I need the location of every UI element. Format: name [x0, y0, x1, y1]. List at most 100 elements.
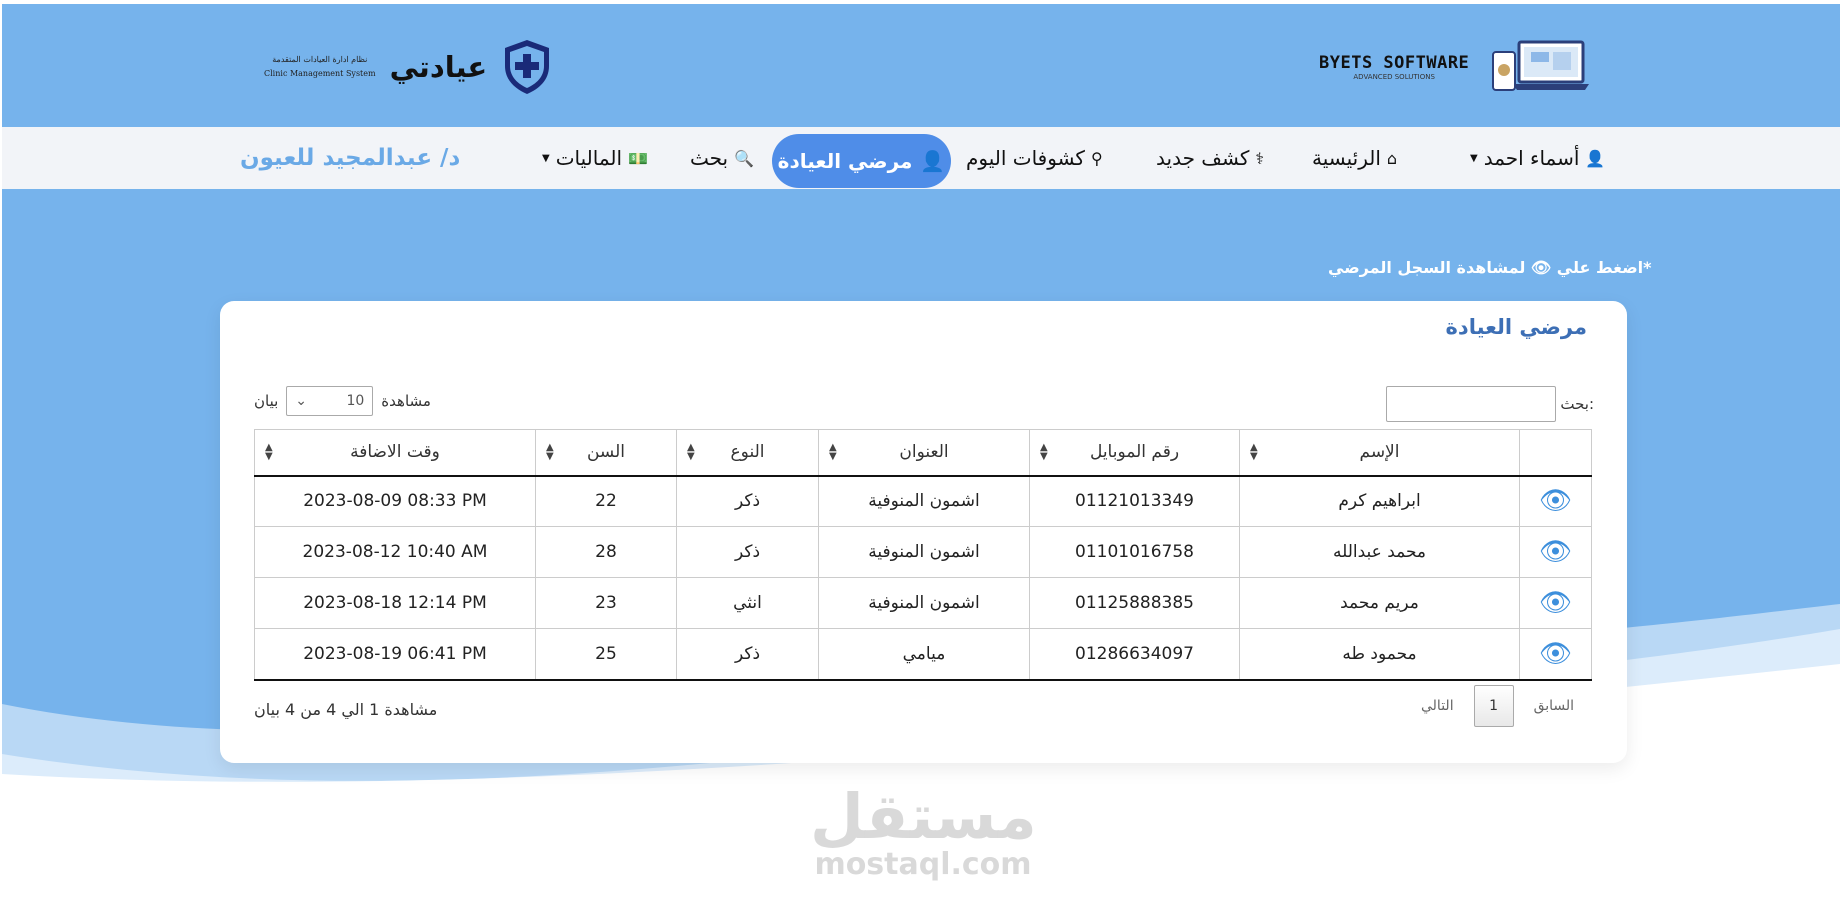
- user-icon: 👤: [1585, 148, 1606, 168]
- patients-table: الإسم ▲ ▼ رقم الموبايل ▲ ▼ العنوان ▲ ▼ النو…: [254, 429, 1592, 681]
- cell-added: 2023-08-09 08:33 PM: [254, 475, 536, 527]
- user-menu[interactable]: ▼ أسماء احمد 👤: [1470, 127, 1605, 189]
- nav-today-exams-label: كشوفات اليوم: [966, 146, 1085, 170]
- caret-down-icon: ▼: [1470, 152, 1478, 164]
- cell-name: ابراهيم كرم: [1239, 475, 1520, 527]
- column-header-gender[interactable]: النوع ▲ ▼: [676, 429, 819, 477]
- column-header-mobile[interactable]: رقم الموبايل ▲ ▼: [1029, 429, 1240, 477]
- company-brand[interactable]: BYETS SOFTWARE ADVANCED SOLUTIONS: [1319, 40, 1590, 94]
- page-length-value: 10: [346, 393, 365, 409]
- show-suffix: بيان: [254, 392, 279, 410]
- cell-address: ميامي: [818, 628, 1030, 681]
- table-info: مشاهدة 1 الي 4 من 4 بيان: [254, 700, 438, 719]
- sort-icon: ▲ ▼: [546, 442, 554, 462]
- view-record-button[interactable]: 👁: [1519, 628, 1592, 681]
- cell-gender: انثي: [676, 577, 819, 629]
- sort-icon: ▲ ▼: [265, 442, 273, 462]
- cell-name: محمود طه: [1239, 628, 1520, 681]
- user-menu-label: أسماء احمد: [1483, 146, 1580, 170]
- search-label: بحث:: [1560, 395, 1594, 413]
- nav-new-exam[interactable]: كشف جديد ⚕: [1156, 127, 1264, 189]
- page-length: مشاهدة ⌄ 10 بيان: [254, 386, 431, 416]
- sort-icon: ▲ ▼: [1040, 442, 1048, 462]
- company-tagline: ADVANCED SOLUTIONS: [1353, 73, 1435, 81]
- next-page-button[interactable]: التالي: [1421, 698, 1454, 714]
- cell-gender: ذكر: [676, 526, 819, 578]
- cell-age: 25: [535, 628, 677, 681]
- patients-card: مرضي العيادة بحث: مشاهدة ⌄ 10 بيان الإسم…: [220, 301, 1627, 763]
- search-input[interactable]: [1386, 386, 1556, 422]
- watermark-ar: مستقل: [810, 780, 1037, 853]
- company-name: BYETS SOFTWARE: [1319, 53, 1470, 73]
- app-subtitle-ar: نظام ادارة العيادات المتقدمة: [272, 55, 368, 64]
- app-subtitle-en: Clinic Management System: [264, 69, 376, 78]
- column-header-address[interactable]: العنوان ▲ ▼: [818, 429, 1030, 477]
- cell-mobile: 01125888385: [1029, 577, 1240, 629]
- home-icon: ⌂: [1386, 148, 1398, 168]
- column-header-age[interactable]: السن ▲ ▼: [535, 429, 677, 477]
- navbar: ▼ أسماء احمد 👤 الرئيسية ⌂ كشف جديد ⚕ كشو…: [2, 127, 1840, 189]
- header: نظام ادارة العيادات المتقدمة Clinic Mana…: [2, 4, 1840, 127]
- sort-icon: ▲ ▼: [829, 442, 837, 462]
- cell-added: 2023-08-18 12:14 PM: [254, 577, 536, 629]
- devices-illustration-icon: [1492, 40, 1590, 91]
- eye-icon: 👁: [1538, 588, 1572, 618]
- cell-mobile: 01101016758: [1029, 526, 1240, 578]
- nav-search-label: بحث: [690, 146, 729, 170]
- doctor-icon: ⚕: [1255, 148, 1265, 168]
- table-row: 👁 محمد عبدالله 01101016758 اشمون المنوفي…: [254, 526, 1592, 578]
- nav-home[interactable]: الرئيسية ⌂: [1312, 127, 1397, 189]
- cell-address: اشمون المنوفية: [818, 577, 1030, 629]
- company-logo-text: BYETS SOFTWARE ADVANCED SOLUTIONS: [1319, 53, 1469, 81]
- page-button-1[interactable]: 1: [1473, 685, 1514, 727]
- eye-icon: 👁: [1538, 638, 1572, 669]
- column-header-name[interactable]: الإسم ▲ ▼: [1239, 429, 1520, 477]
- app-subtitle: نظام ادارة العيادات المتقدمة Clinic Mana…: [264, 53, 376, 81]
- nav-patients-label: مرضي العيادة: [777, 149, 913, 173]
- column-header-label: العنوان: [899, 442, 949, 463]
- chevron-down-icon: ⌄: [295, 393, 308, 409]
- column-header-label: وقت الاضافة: [350, 442, 440, 463]
- doctor-name[interactable]: د/ عبدالمجيد للعيون: [240, 127, 460, 189]
- cell-added: 2023-08-19 06:41 PM: [254, 628, 536, 681]
- column-header-label: رقم الموبايل: [1089, 442, 1180, 463]
- eye-icon: 👁: [1538, 537, 1572, 567]
- table-header-row: الإسم ▲ ▼ رقم الموبايل ▲ ▼ العنوان ▲ ▼ النو…: [254, 429, 1592, 477]
- cell-name: محمد عبدالله: [1239, 526, 1520, 578]
- page-frame: نظام ادارة العيادات المتقدمة Clinic Mana…: [2, 4, 1840, 904]
- nav-finance[interactable]: ▼ الماليات 💵: [542, 127, 648, 189]
- nav-today-exams[interactable]: كشوفات اليوم ⚲: [966, 127, 1103, 189]
- page-length-select[interactable]: ⌄ 10: [286, 386, 374, 416]
- view-record-button[interactable]: 👁: [1519, 475, 1592, 527]
- table-row: 👁 ابراهيم كرم 01121013349 اشمون المنوفية…: [254, 475, 1592, 527]
- prev-page-button[interactable]: السابق: [1534, 698, 1574, 714]
- watermark-en: mostaql.com: [814, 847, 1032, 882]
- search-icon: 🔍: [734, 148, 755, 168]
- cell-gender: ذكر: [676, 628, 819, 681]
- shield-cross-icon: [505, 40, 550, 94]
- caret-down-icon: ▼: [542, 152, 550, 164]
- stethoscope-icon: ⚲: [1090, 148, 1103, 168]
- user-icon: 👤: [920, 149, 946, 173]
- cell-age: 28: [535, 526, 677, 578]
- nav-patients[interactable]: مرضي العيادة 👤: [772, 134, 951, 188]
- column-header-label: السن: [586, 442, 625, 463]
- column-header-added[interactable]: وقت الاضافة ▲ ▼: [254, 429, 536, 477]
- app-name: عيادتي: [389, 50, 488, 84]
- cell-age: 23: [535, 577, 677, 629]
- sort-icon: ▲ ▼: [1250, 442, 1258, 462]
- view-record-hint: *اضغط علي 👁 لمشاهدة السجل المرضي: [1328, 258, 1652, 277]
- app-brand[interactable]: نظام ادارة العيادات المتقدمة Clinic Mana…: [264, 38, 553, 96]
- view-record-button[interactable]: 👁: [1519, 526, 1592, 578]
- card-title: مرضي العيادة: [1445, 315, 1587, 339]
- cell-mobile: 01121013349: [1029, 475, 1240, 527]
- nav-search[interactable]: بحث 🔍: [690, 127, 754, 189]
- cell-address: اشمون المنوفية: [818, 526, 1030, 578]
- view-record-button[interactable]: 👁: [1519, 577, 1592, 629]
- cell-added: 2023-08-12 10:40 AM: [254, 526, 536, 578]
- nav-home-label: الرئيسية: [1312, 146, 1381, 170]
- nav-finance-label: الماليات: [555, 146, 623, 170]
- table-row: 👁 مريم محمد 01125888385 اشمون المنوفية ا…: [254, 577, 1592, 629]
- cell-address: اشمون المنوفية: [818, 475, 1030, 527]
- watermark-logo: مستقل mostaql.com: [810, 780, 1037, 882]
